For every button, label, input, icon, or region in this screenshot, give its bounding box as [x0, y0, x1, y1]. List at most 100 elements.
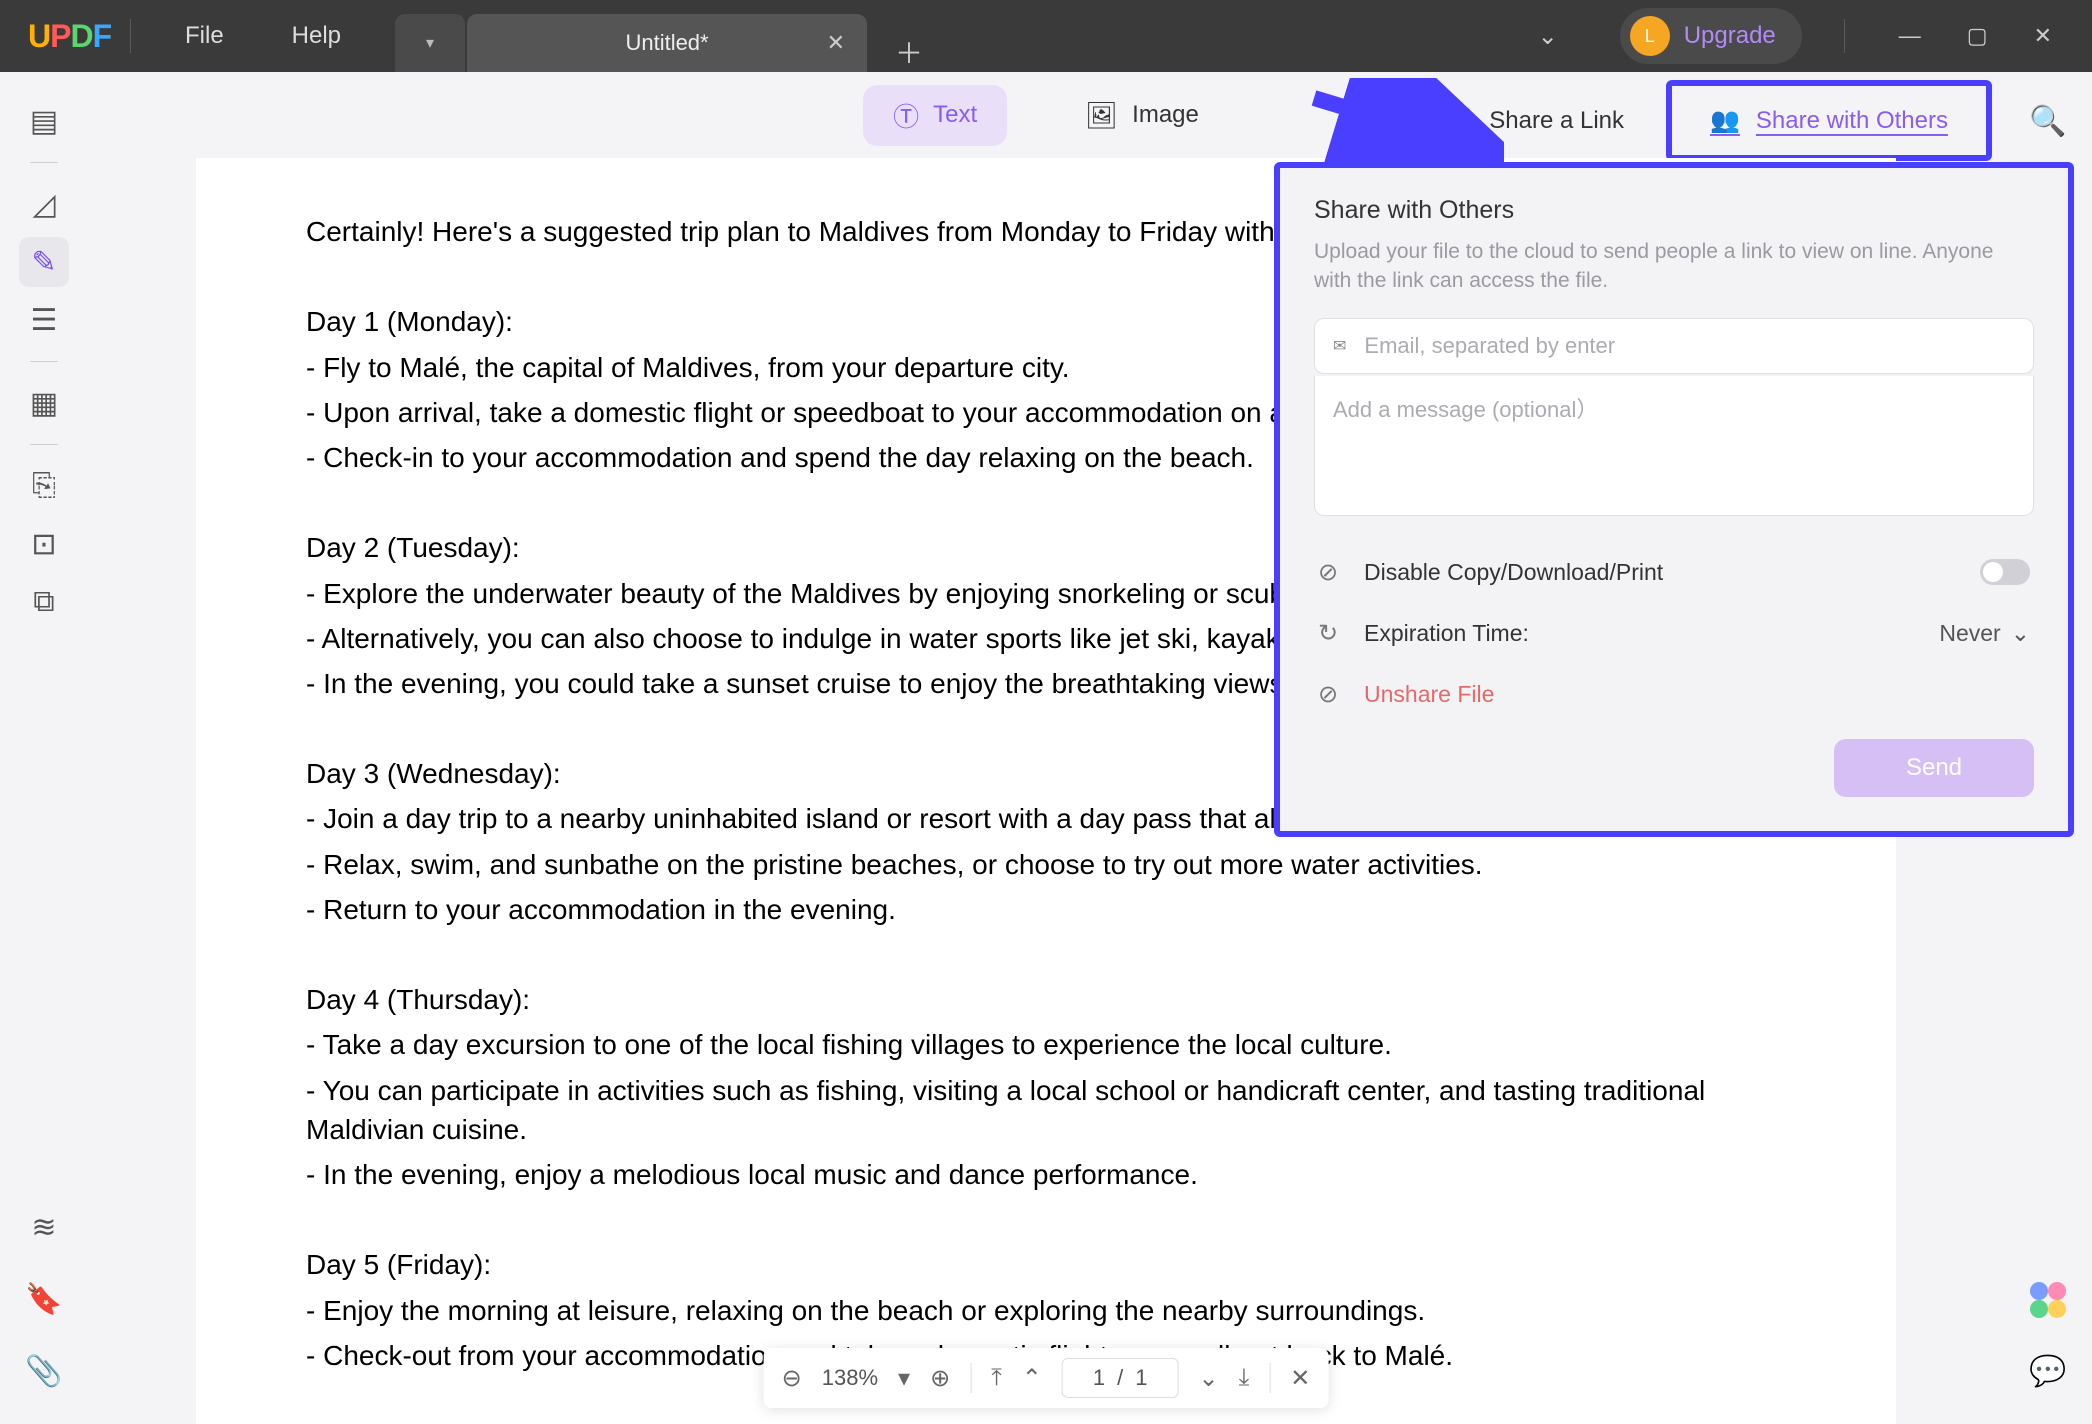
crop-icon[interactable]: ⊡	[19, 519, 69, 569]
zoom-out-icon[interactable]: ⊖	[782, 1364, 802, 1393]
close-nav-icon[interactable]: ✕	[1290, 1364, 1310, 1393]
bottom-nav: ⊖ 138% ▾ ⊕ ⤒ ⌃ 1 / 1 ⌄ ⤓ ✕	[764, 1348, 1329, 1408]
image-icon: 🖼	[1085, 100, 1118, 131]
document-line[interactable]	[306, 935, 1786, 974]
no-copy-icon: ⊘	[1318, 558, 1346, 587]
document-line[interactable]: - Return to your accommodation in the ev…	[306, 890, 1786, 929]
divider	[970, 1363, 971, 1393]
document-line[interactable]: - Relax, swim, and sunbathe on the prist…	[306, 845, 1786, 884]
document-line[interactable]	[306, 1200, 1786, 1239]
compare-icon[interactable]: ⧉	[19, 577, 69, 627]
prev-page-icon[interactable]: ⌃	[1022, 1364, 1042, 1393]
close-icon[interactable]: ✕	[827, 30, 845, 56]
highlighter-icon[interactable]: ◿	[19, 179, 69, 229]
unshare-row[interactable]: ⊘ Unshare File	[1314, 664, 2034, 725]
share-panel-title: Share with Others	[1314, 196, 2034, 225]
menu-help[interactable]: Help	[258, 22, 375, 50]
expiration-label: Expiration Time:	[1364, 620, 1529, 647]
zoom-in-icon[interactable]: ⊕	[930, 1364, 950, 1393]
disable-copy-toggle[interactable]	[1980, 559, 2030, 585]
bookmark-icon[interactable]: 🔖	[19, 1274, 69, 1324]
edit-toolbar: Ⓣ Text 🖼 Image 🔗 Share a Link 👥	[88, 72, 2004, 158]
add-tab-button[interactable]: ＋	[885, 32, 933, 72]
divider	[30, 162, 58, 163]
tab-title: Untitled*	[625, 30, 708, 56]
titlebar-right: ⌄ L Upgrade — ▢ ✕	[1538, 8, 2092, 64]
upgrade-label: Upgrade	[1684, 22, 1776, 50]
app-logo: UPDF	[0, 18, 110, 55]
chevron-down-icon: ⌄	[2011, 620, 2030, 647]
zoom-value: 138%	[822, 1365, 878, 1391]
left-sidebar: ▤ ◿ ✎ ☰ ▦ ⎘ ⊡ ⧉ ≋ 🔖 📎	[0, 72, 88, 1424]
document-line[interactable]: - Take a day excursion to one of the loc…	[306, 1025, 1786, 1064]
title-bar: UPDF File Help ▾ Untitled* ✕ ＋ ⌄ L Upgra…	[0, 0, 2092, 72]
search-icon[interactable]: 🔍	[2023, 96, 2073, 146]
organize-pages-icon[interactable]: ⎘	[19, 461, 69, 511]
menu-file[interactable]: File	[151, 22, 258, 50]
next-page-icon[interactable]: ⌄	[1199, 1364, 1219, 1393]
divider	[1269, 1363, 1270, 1393]
disable-copy-row: ⊘ Disable Copy/Download/Print	[1314, 542, 2034, 603]
user-share-icon: 👥	[1710, 106, 1740, 135]
edit-text-icon[interactable]: ✎	[19, 237, 69, 287]
document-line[interactable]: Day 5 (Friday):	[306, 1245, 1786, 1284]
tab-dropdown[interactable]: ▾	[395, 14, 465, 72]
page-indicator[interactable]: 1 / 1	[1062, 1358, 1179, 1398]
page-total: 1	[1135, 1365, 1147, 1391]
tab-untitled[interactable]: Untitled* ✕	[467, 14, 867, 72]
message-input[interactable]	[1333, 392, 2015, 499]
image-tool-label: Image	[1132, 101, 1199, 129]
chevron-down-icon[interactable]: ⌄	[1538, 22, 1558, 51]
disable-copy-label: Disable Copy/Download/Print	[1364, 559, 1663, 586]
form-icon[interactable]: ▦	[19, 378, 69, 428]
right-sidebar-bottom: 💬	[2023, 1282, 2073, 1396]
document-line[interactable]: - Enjoy the morning at leisure, relaxing…	[306, 1291, 1786, 1330]
divider	[1844, 19, 1845, 53]
image-tool-button[interactable]: 🖼 Image	[1055, 88, 1229, 143]
divider	[30, 361, 58, 362]
first-page-icon[interactable]: ⤒	[991, 1364, 1002, 1392]
expiration-select[interactable]: Never ⌄	[1939, 620, 2030, 647]
divider	[30, 444, 58, 445]
share-panel: Share with Others Upload your file to th…	[1274, 162, 2074, 837]
layers-icon[interactable]: ≋	[19, 1202, 69, 1252]
close-window-icon[interactable]: ✕	[2022, 23, 2064, 49]
minimize-icon[interactable]: —	[1887, 23, 1933, 49]
message-input-wrapper	[1314, 376, 2034, 516]
thumbnail-icon[interactable]: ▤	[19, 96, 69, 146]
text-tool-button[interactable]: Ⓣ Text	[863, 85, 1007, 146]
annotation-arrow	[1304, 78, 1504, 168]
document-line[interactable]: - You can participate in activities such…	[306, 1071, 1786, 1149]
attachment-icon[interactable]: 📎	[19, 1346, 69, 1396]
share-panel-description: Upload your file to the cloud to send pe…	[1314, 237, 2034, 296]
text-icon: Ⓣ	[893, 97, 919, 134]
zoom-dropdown-icon[interactable]: ▾	[898, 1364, 910, 1393]
divider	[130, 19, 131, 53]
email-input-wrapper: ✉	[1314, 318, 2034, 374]
email-input[interactable]	[1364, 333, 2015, 359]
share-link-label: Share a Link	[1489, 107, 1624, 135]
expiration-value: Never	[1939, 620, 2000, 647]
page-layout-icon[interactable]: ☰	[19, 295, 69, 345]
send-button[interactable]: Send	[1834, 739, 2034, 797]
page-current: 1	[1093, 1365, 1105, 1391]
maximize-icon[interactable]: ▢	[1955, 23, 2000, 49]
text-tool-label: Text	[933, 101, 977, 129]
share-others-label: Share with Others	[1756, 107, 1948, 135]
comment-icon[interactable]: 💬	[2023, 1346, 2073, 1396]
last-page-icon[interactable]: ⤓	[1239, 1364, 1250, 1392]
avatar: L	[1630, 16, 1670, 56]
unshare-label: Unshare File	[1364, 681, 1494, 708]
ai-assistant-icon[interactable]	[2030, 1282, 2066, 1318]
app-body: ▤ ◿ ✎ ☰ ▦ ⎘ ⊡ ⧉ ≋ 🔖 📎 Ⓣ Text 🖼 Image	[0, 72, 2092, 1424]
document-line[interactable]: - In the evening, enjoy a melodious loca…	[306, 1155, 1786, 1194]
share-others-tab[interactable]: 👥 Share with Others	[1666, 80, 1992, 161]
mail-icon: ✉	[1333, 336, 1346, 356]
center-area: Ⓣ Text 🖼 Image 🔗 Share a Link 👥	[88, 72, 2004, 1424]
expiration-row: ↻ Expiration Time: Never ⌄	[1314, 603, 2034, 664]
unshare-icon: ⊘	[1318, 680, 1346, 709]
tab-strip: ▾ Untitled* ✕ ＋	[395, 0, 933, 72]
upgrade-button[interactable]: L Upgrade	[1620, 8, 1802, 64]
history-icon: ↻	[1318, 619, 1346, 648]
document-line[interactable]: Day 4 (Thursday):	[306, 980, 1786, 1019]
